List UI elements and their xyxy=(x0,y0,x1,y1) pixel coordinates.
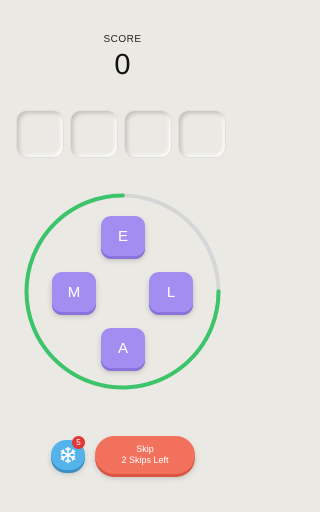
letter-tile-a[interactable]: A xyxy=(101,328,145,368)
answer-slot-2[interactable] xyxy=(71,111,117,157)
score-label: SCORE xyxy=(103,34,142,45)
answer-slots xyxy=(17,111,225,157)
skip-button[interactable]: Skip 2 Skips Left xyxy=(95,436,195,474)
letter-tile-e[interactable]: E xyxy=(101,216,145,256)
answer-slot-3[interactable] xyxy=(125,111,171,157)
answer-slot-1[interactable] xyxy=(17,111,63,157)
freeze-count-badge: 5 xyxy=(72,436,85,449)
snowflake-icon xyxy=(60,446,76,464)
skip-label: Skip xyxy=(136,444,154,454)
skips-left-label: 2 Skips Left xyxy=(121,455,169,465)
score-value: 0 xyxy=(114,49,131,81)
answer-slot-4[interactable] xyxy=(179,111,225,157)
letter-tile-l[interactable]: L xyxy=(149,272,193,312)
letter-tile-m[interactable]: M xyxy=(52,272,96,312)
